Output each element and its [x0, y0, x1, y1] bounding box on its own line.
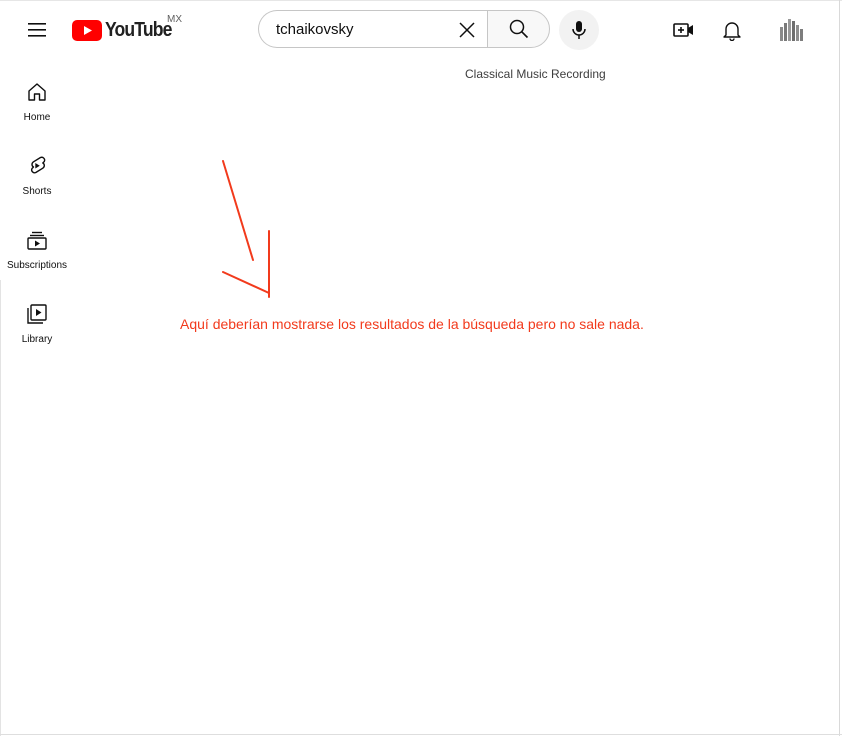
sidebar-item-library[interactable]: Library [0, 294, 74, 358]
annotation-note: Aquí deberían mostrarse los resultados d… [180, 316, 644, 332]
sidebar-item-home[interactable]: Home [0, 72, 74, 136]
region-code: MX [167, 14, 182, 25]
frame-top-border [0, 0, 842, 1]
search-input[interactable] [276, 20, 446, 38]
sidebar-item-label: Home [23, 112, 51, 123]
menu-button[interactable] [21, 14, 53, 46]
search-button[interactable] [487, 10, 550, 48]
shorts-icon [25, 154, 49, 178]
annotation-arrow [222, 160, 270, 298]
youtube-logo[interactable]: YouTube [72, 17, 181, 43]
voice-search-button[interactable] [559, 10, 599, 50]
avatar-icon [780, 19, 803, 41]
logo-text: YouTube [105, 18, 172, 41]
subscriptions-icon [25, 228, 49, 252]
create-video-button[interactable] [667, 13, 701, 47]
frame-bottom-border [0, 734, 842, 735]
video-camera-plus-icon [673, 23, 693, 37]
sidebar-item-shorts[interactable]: Shorts [0, 146, 74, 210]
sidebar-item-label: Subscriptions [6, 260, 68, 271]
bell-icon [723, 22, 741, 41]
search-icon [509, 19, 528, 39]
search-box[interactable] [258, 10, 487, 48]
home-icon [25, 80, 49, 104]
library-icon [25, 302, 49, 326]
frame-right-border [839, 0, 840, 736]
youtube-page: YouTube MX tchaikovsky Classical Music R… [0, 0, 842, 736]
hamburger-icon [28, 23, 46, 37]
close-icon [459, 22, 475, 38]
sidebar-item-label: Library [21, 334, 53, 345]
avatar[interactable] [778, 17, 806, 45]
sidebar-item-label: Shorts [22, 186, 52, 197]
youtube-play-icon [72, 19, 102, 41]
notifications-button[interactable] [715, 13, 749, 47]
topic-chip[interactable]: Classical Music Recording [465, 67, 606, 81]
sidebar-item-subscriptions[interactable]: Subscriptions [0, 220, 74, 284]
microphone-icon [572, 21, 586, 39]
clear-search-button[interactable] [453, 16, 481, 44]
